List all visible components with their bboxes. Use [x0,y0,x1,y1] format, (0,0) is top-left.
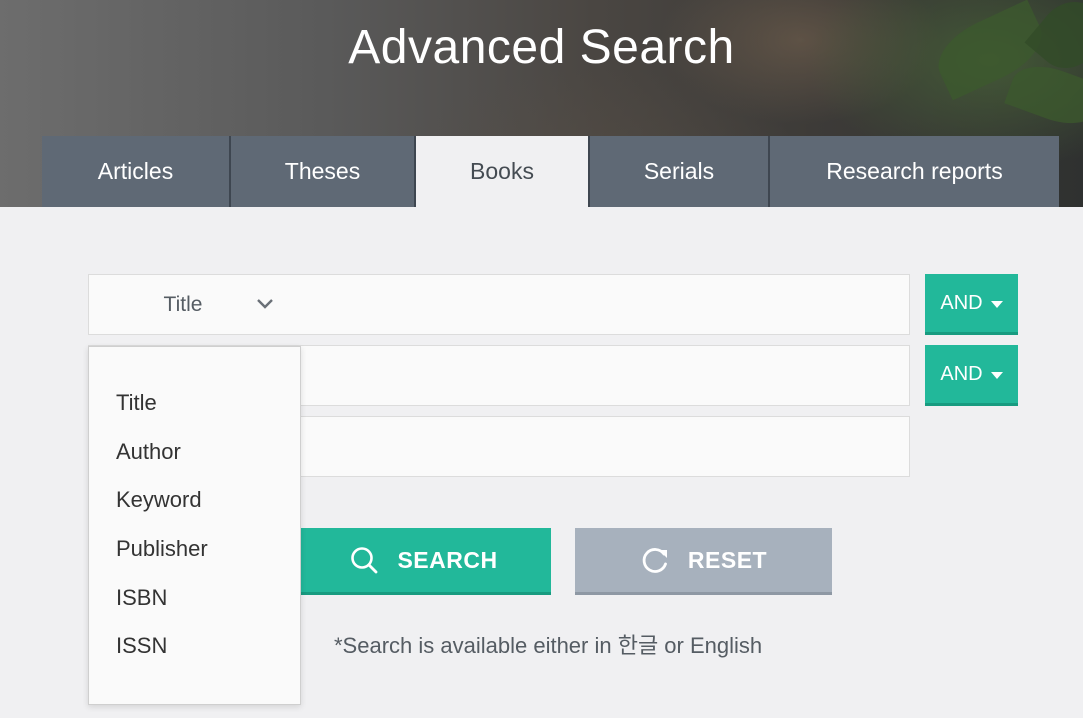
chevron-down-icon [257,299,273,309]
dropdown-option-isbn[interactable]: ISBN [89,573,300,622]
dropdown-option-keyword[interactable]: Keyword [89,476,300,525]
dropdown-option-publisher[interactable]: Publisher [89,525,300,574]
caret-down-icon [990,300,1003,308]
reset-button[interactable]: RESET [575,528,832,595]
dropdown-option-issn[interactable]: ISSN [89,622,300,671]
refresh-icon [642,548,667,573]
caret-down-icon [990,371,1003,379]
tab-books[interactable]: Books [416,136,590,207]
search-button[interactable]: SEARCH [296,528,551,595]
search-input-2[interactable] [307,346,909,405]
dropdown-option-title[interactable]: Title [89,379,300,428]
field-dropdown-menu: Title Author Keyword Publisher ISBN ISSN [88,346,301,705]
operator-button-2[interactable]: AND [925,345,1018,406]
field-select-1[interactable]: Title [89,275,307,334]
operator-button-1[interactable]: AND [925,274,1018,335]
reset-button-label: RESET [687,546,768,573]
operator-label: AND [940,291,983,314]
dropdown-option-author[interactable]: Author [89,428,300,477]
tab-research-reports[interactable]: Research reports [770,136,1059,207]
page-title: Advanced Search [348,21,735,74]
tab-theses[interactable]: Theses [231,136,416,207]
category-tabs: Articles Theses Books Serials Research r… [42,136,1059,207]
search-icon [351,547,378,574]
language-notice: *Search is available either in 한글 or Eng… [334,633,763,658]
search-row-1: Title [88,274,910,335]
operator-label: AND [940,362,983,385]
field-select-label: Title [163,292,203,316]
search-input-3[interactable] [307,417,909,476]
tab-serials[interactable]: Serials [590,136,770,207]
search-input-1[interactable] [307,275,909,334]
tab-articles[interactable]: Articles [42,136,231,207]
search-button-label: SEARCH [397,546,498,573]
